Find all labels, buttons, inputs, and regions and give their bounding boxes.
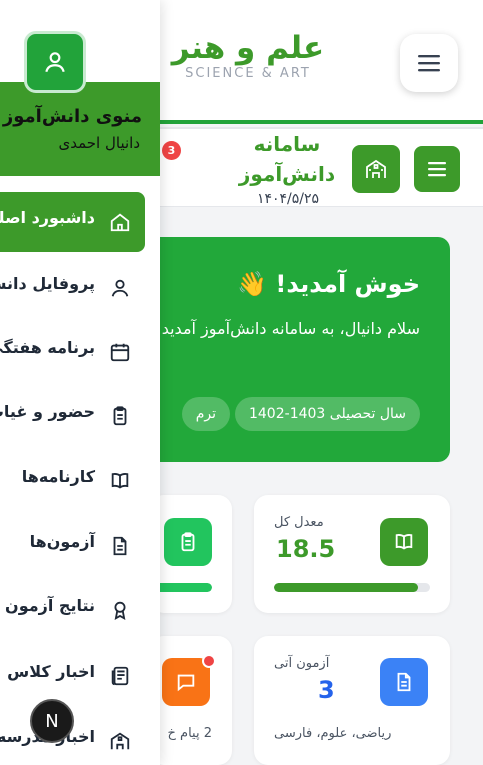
sidebar-toggle-button[interactable] <box>414 146 460 192</box>
dashboard-title: سامانه دانش‌آموز <box>232 129 342 189</box>
hamburger-icon <box>428 162 446 177</box>
gpa-value: 18.5 <box>276 535 336 563</box>
clipboard-icon <box>108 404 132 428</box>
sidebar-item-label: داشبورد اصلی <box>0 208 95 227</box>
calendar-icon <box>108 340 132 364</box>
upcoming-exams-subjects: ریاضی، علوم، فارسی <box>274 726 392 741</box>
award-icon <box>108 598 132 622</box>
user-icon <box>45 52 65 73</box>
welcome-card: خوش آمدید! 👋 سلام دانیال، به سامانه دانش… <box>140 237 450 462</box>
dashboard-title-line2: دانش‌آموز <box>238 162 336 186</box>
news-icon <box>108 664 132 688</box>
gpa-progress-bar <box>274 583 430 592</box>
messages-card[interactable]: 2 پیام خ <box>150 636 232 765</box>
upcoming-exams-label: آزمون آتی <box>274 656 330 671</box>
user-icon <box>108 276 132 300</box>
sidebar-item-label: اخبار کلاس <box>7 662 95 681</box>
dashboard-title-line1: سامانه <box>253 132 321 156</box>
sidebar-item-exam-results[interactable]: نتایج آزمون <box>0 580 145 640</box>
home-icon <box>108 210 132 234</box>
document-icon <box>108 534 132 558</box>
school-icon <box>108 729 132 753</box>
sidebar-item-label: کارنامه‌ها <box>21 467 95 486</box>
sidebar-item-label: پروفایل دانش‌آموز <box>0 274 95 293</box>
upcoming-exams-card[interactable]: آزمون آتی 3 ریاضی، علوم، فارسی <box>254 636 450 765</box>
avatar[interactable] <box>24 31 86 93</box>
attendance-card[interactable] <box>150 495 232 613</box>
next-devtools-button[interactable]: N <box>30 699 74 743</box>
school-home-button[interactable] <box>352 145 400 193</box>
student-name: دانیال احمدی <box>58 134 140 152</box>
sidebar-item-class-news[interactable]: اخبار کلاس <box>0 646 145 706</box>
upcoming-exams-value: 3 <box>318 676 335 704</box>
student-menu-drawer: منوی دانش‌آموز دانیال احمدی داشبورد اصلی… <box>0 0 160 765</box>
book-icon <box>108 469 132 493</box>
main-menu-button[interactable] <box>400 34 458 92</box>
gpa-card[interactable]: معدل کل 18.5 <box>254 495 450 613</box>
sidebar-item-report-cards[interactable]: کارنامه‌ها <box>0 451 145 511</box>
sidebar-item-label: برنامه هفتگی <box>0 338 95 357</box>
drawer-title: منوی دانش‌آموز <box>2 106 142 127</box>
sidebar-item-schedule[interactable]: برنامه هفتگی <box>0 322 145 382</box>
sidebar-item-label: نتایج آزمون <box>5 596 95 615</box>
gpa-label: معدل کل <box>274 515 324 530</box>
book-icon <box>380 518 428 566</box>
welcome-message: سلام دانیال، به سامانه دانش‌آموز آمدید <box>161 319 420 338</box>
document-icon <box>380 658 428 706</box>
term-badge: ترم <box>181 397 230 431</box>
academic-year-badge: سال تحصیلی 1403-1402 <box>234 397 420 431</box>
brand-subtitle: SCIENCE & ART <box>185 66 311 81</box>
brand-logo[interactable]: علم و هنر SCIENCE & ART <box>168 28 328 81</box>
welcome-heading: خوش آمدید! 👋 <box>237 270 420 298</box>
sidebar-item-dashboard[interactable]: داشبورد اصلی <box>0 192 145 252</box>
clipboard-icon <box>164 518 212 566</box>
sidebar-item-label: حضور و غیاب <box>0 402 95 421</box>
school-icon <box>366 159 386 178</box>
sidebar-item-label: آزمون‌ها <box>29 532 95 551</box>
dashboard-date: ۱۴۰۴/۵/۲۵ <box>256 191 320 207</box>
drawer-header: منوی دانش‌آموز دانیال احمدی <box>0 82 160 176</box>
brand-title: علم و هنر <box>171 30 325 66</box>
sidebar-item-profile[interactable]: پروفایل دانش‌آموز <box>0 258 145 318</box>
sidebar-item-attendance[interactable]: حضور و غیاب <box>0 386 145 446</box>
unread-dot <box>202 654 216 668</box>
sidebar-item-exams[interactable]: آزمون‌ها <box>0 516 145 576</box>
gpa-progress-fill <box>274 583 419 592</box>
notification-badge[interactable]: 3 <box>162 141 181 160</box>
hamburger-icon <box>418 55 440 72</box>
